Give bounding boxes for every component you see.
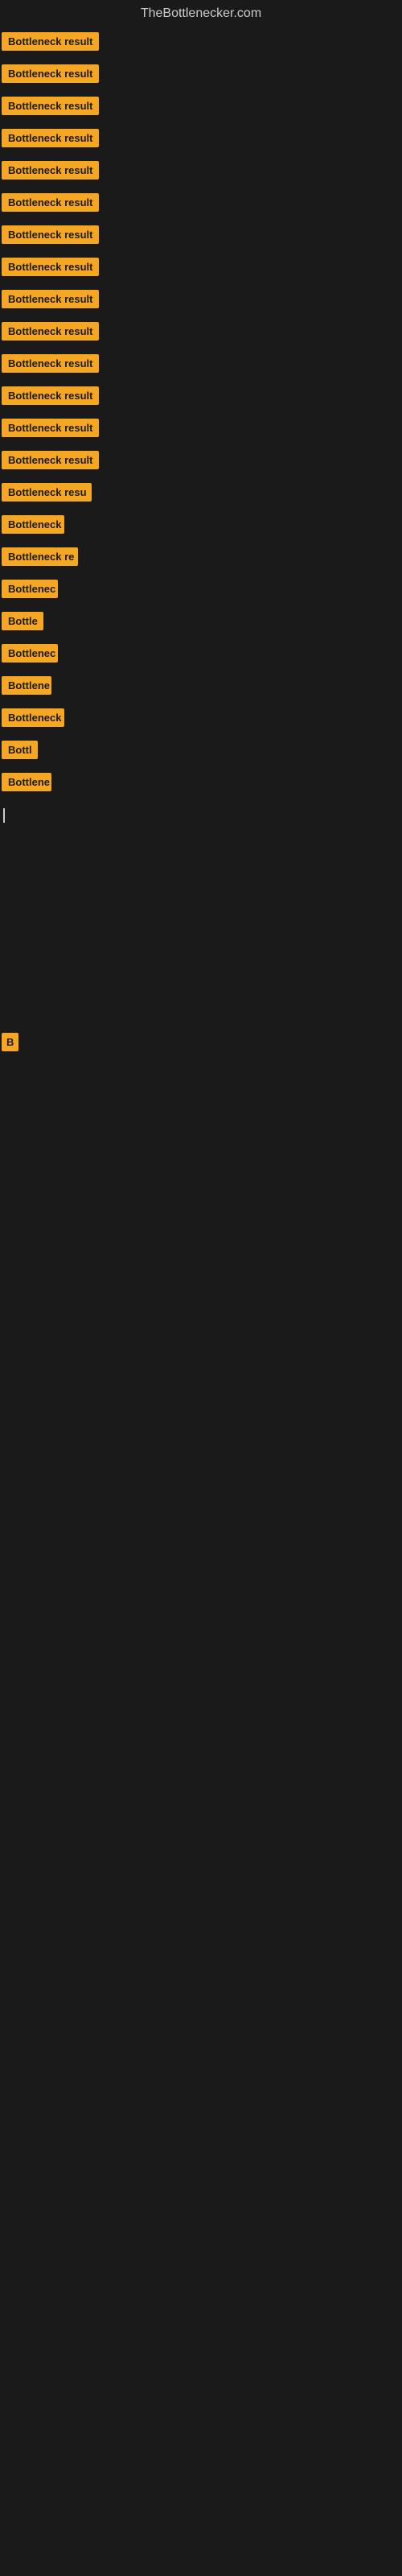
- list-item[interactable]: Bottlene: [2, 771, 402, 797]
- bottleneck-badge: Bottleneck resu: [2, 483, 92, 502]
- list-item[interactable]: Bottleneck: [2, 514, 402, 539]
- bottleneck-badge: Bottleneck result: [2, 386, 99, 405]
- bottleneck-badge: Bottleneck result: [2, 129, 99, 147]
- list-item[interactable]: Bottleneck resu: [2, 481, 402, 507]
- list-item[interactable]: Bottleneck result: [2, 320, 402, 346]
- list-item[interactable]: Bottl: [2, 739, 402, 765]
- list-item[interactable]: Bottleneck result: [2, 63, 402, 89]
- bottleneck-badge: Bottleneck result: [2, 225, 99, 244]
- list-item[interactable]: Bottleneck result: [2, 31, 402, 56]
- bottleneck-badge: Bottleneck result: [2, 290, 99, 308]
- single-b-item: B: [2, 1031, 402, 1053]
- bottleneck-badge: Bottleneck: [2, 515, 64, 534]
- bottleneck-badge: Bottl: [2, 741, 38, 759]
- list-item[interactable]: Bottleneck result: [2, 417, 402, 443]
- bottleneck-badge: Bottleneck result: [2, 64, 99, 83]
- list-item[interactable]: Bottleneck result: [2, 159, 402, 185]
- bottleneck-badge: Bottleneck result: [2, 354, 99, 373]
- list-item[interactable]: Bottlene: [2, 675, 402, 700]
- list-item[interactable]: Bottleneck result: [2, 288, 402, 314]
- list-item[interactable]: Bottleneck: [2, 707, 402, 733]
- bottleneck-badge: Bottlene: [2, 676, 51, 695]
- bottleneck-badge: Bottleneck result: [2, 419, 99, 437]
- list-item[interactable]: Bottleneck result: [2, 127, 402, 153]
- list-item[interactable]: Bottlenec: [2, 642, 402, 668]
- bottleneck-badge: Bottleneck result: [2, 451, 99, 469]
- bottleneck-badge: Bottleneck result: [2, 193, 99, 212]
- bottleneck-badge: Bottleneck: [2, 708, 64, 727]
- bottleneck-badge: Bottleneck result: [2, 322, 99, 341]
- bottleneck-badge: Bottlenec: [2, 580, 58, 598]
- bottleneck-items-container: Bottleneck result Bottleneck result Bottle…: [0, 27, 402, 1381]
- bottleneck-badge: Bottlene: [2, 773, 51, 791]
- list-item[interactable]: Bottleneck result: [2, 192, 402, 217]
- list-item[interactable]: Bottlenec: [2, 578, 402, 604]
- bottleneck-badge: Bottleneck result: [2, 97, 99, 115]
- list-item[interactable]: Bottle: [2, 610, 402, 636]
- bottleneck-badge: Bottleneck result: [2, 161, 99, 180]
- list-item[interactable]: Bottleneck re: [2, 546, 402, 572]
- bottleneck-badge: Bottle: [2, 612, 43, 630]
- site-title: TheBottlenecker.com: [0, 0, 402, 27]
- list-item[interactable]: Bottleneck result: [2, 95, 402, 121]
- list-item[interactable]: Bottleneck result: [2, 449, 402, 475]
- single-b-badge: B: [2, 1033, 18, 1051]
- list-item[interactable]: Bottleneck result: [2, 224, 402, 250]
- bottleneck-badge: Bottleneck result: [2, 32, 99, 51]
- bottleneck-badge: Bottleneck result: [2, 258, 99, 276]
- bottleneck-badge: Bottlenec: [2, 644, 58, 663]
- list-item[interactable]: Bottleneck result: [2, 256, 402, 282]
- bottleneck-badge: Bottleneck re: [2, 547, 78, 566]
- cursor-line: [2, 803, 402, 832]
- list-item[interactable]: Bottleneck result: [2, 353, 402, 378]
- list-item[interactable]: Bottleneck result: [2, 385, 402, 411]
